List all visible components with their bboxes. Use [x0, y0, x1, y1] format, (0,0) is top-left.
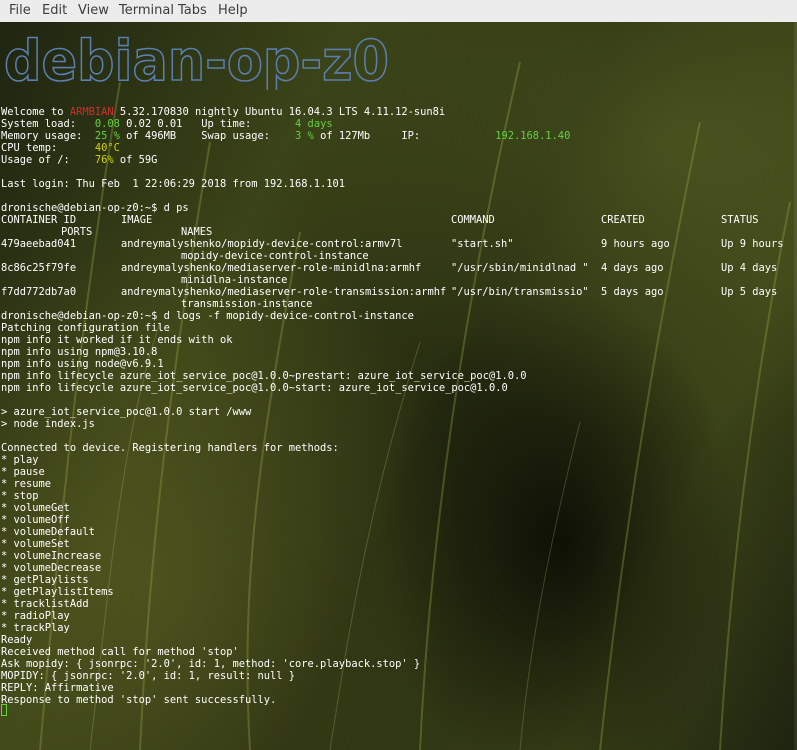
- ps-cell-name: minidlna-instance: [181, 274, 288, 286]
- log-line: * resume: [1, 478, 52, 490]
- log-line: * radioPlay: [1, 610, 70, 622]
- header-status: STATUS: [721, 214, 759, 226]
- log-line: Received method call for method 'stop': [1, 646, 239, 658]
- log-line: Patching configuration file: [1, 322, 170, 334]
- banner-logo: debian-op-z0: [4, 30, 390, 90]
- log-line: * volumeDefault: [1, 526, 95, 538]
- ps-cell-command: "/usr/sbin/minidlnad ": [451, 262, 589, 274]
- log-line: * volumeDecrease: [1, 562, 102, 574]
- log-line: Ask mopidy: { jsonrpc: '2.0', id: 1, met…: [1, 658, 421, 670]
- log-line: > azure_iot_service_poc@1.0.0 start /www: [1, 406, 252, 418]
- ps-cell-command: "/usr/bin/transmissio": [451, 286, 589, 298]
- ps-cell-created: 4 days ago: [601, 262, 664, 274]
- log-line: npm info using npm@3.10.8: [1, 346, 158, 358]
- ps-cell-status: Up 4 days: [721, 262, 778, 274]
- menu-help[interactable]: Help: [218, 3, 248, 19]
- ps-cell-id: 8c86c25f79fe: [1, 262, 77, 274]
- log-line: * getPlaylistItems: [1, 586, 114, 598]
- banner-text: debian-op-z0: [4, 30, 389, 90]
- log-line: Connected to device. Registering handler…: [1, 442, 339, 454]
- log-line: * tracklistAdd: [1, 598, 89, 610]
- header-ports: PORTS: [61, 226, 93, 238]
- motd-cpu: CPU temp: 40°C: [1, 142, 120, 154]
- log-line: Ready: [1, 634, 33, 646]
- motd-welcome: Welcome to ARMBIAN 5.32.170830 nightly U…: [1, 106, 446, 118]
- motd-memory: Memory usage: 25 % of 496MB Swap usage: …: [1, 130, 571, 142]
- prompt-line: dronische@debian-op-z0:~$ d ps: [1, 202, 189, 214]
- motd-usage: Usage of /: 76% of 59G: [1, 154, 158, 166]
- log-line: * volumeSet: [1, 538, 70, 550]
- ps-cell-image: andreymalyshenko/mopidy-device-control:a…: [121, 238, 403, 250]
- menu-edit[interactable]: Edit: [42, 3, 67, 19]
- ps-cell-image: andreymalyshenko/mediaserver-role-minidl…: [121, 262, 422, 274]
- log-line: * pause: [1, 466, 45, 478]
- log-line: * getPlaylists: [1, 574, 89, 586]
- menu-terminal[interactable]: Terminal: [119, 3, 174, 19]
- motd-load: System load: 0.08 0.02 0.01 Up time: 4 d…: [1, 118, 333, 130]
- log-line: Response to method 'stop' sent successfu…: [1, 694, 277, 706]
- menu-view[interactable]: View: [78, 3, 109, 19]
- log-line: MOPIDY: { jsonrpc: '2.0', id: 1, result:…: [1, 670, 296, 682]
- log-line: npm info lifecycle azure_iot_service_poc…: [1, 370, 527, 382]
- header-image: IMAGE: [121, 214, 153, 226]
- header-command: COMMAND: [451, 214, 495, 226]
- log-line: * volumeGet: [1, 502, 70, 514]
- ps-cell-command: "start.sh": [451, 238, 514, 250]
- ps-cell-id: 479aeebad041: [1, 238, 77, 250]
- ps-cell-name: transmission-instance: [181, 298, 313, 310]
- header-container-id: CONTAINER ID: [1, 214, 77, 226]
- ps-cell-created: 9 hours ago: [601, 238, 670, 250]
- log-line: npm info lifecycle azure_iot_service_poc…: [1, 382, 508, 394]
- ps-cell-id: f7dd772db7a0: [1, 286, 77, 298]
- menu-tabs[interactable]: Tabs: [178, 3, 207, 19]
- terminal-area[interactable]: debian-op-z0 Welcome to ARMBIAN 5.32.170…: [0, 22, 797, 750]
- menu-bar: File Edit View Terminal Tabs Help: [0, 0, 797, 23]
- log-line: > node index.js: [1, 418, 95, 430]
- ps-cell-image: andreymalyshenko/mediaserver-role-transm…: [121, 286, 447, 298]
- header-created: CREATED: [601, 214, 645, 226]
- terminal-cursor: [1, 704, 7, 716]
- log-line: npm info it worked if it ends with ok: [1, 334, 233, 346]
- menu-file[interactable]: File: [9, 3, 31, 19]
- ps-cell-status: Up 9 hours: [721, 238, 784, 250]
- log-line: REPLY: Affirmative: [1, 682, 114, 694]
- ps-cell-status: Up 5 days: [721, 286, 778, 298]
- log-line: dronische@debian-op-z0:~$ d logs -f mopi…: [1, 310, 414, 322]
- log-line: * volumeIncrease: [1, 550, 102, 562]
- header-names: NAMES: [181, 226, 213, 238]
- log-line: * stop: [1, 490, 39, 502]
- last-login-line: Last login: Thu Feb 1 22:06:29 2018 from…: [1, 178, 346, 190]
- log-line: * play: [1, 454, 39, 466]
- ps-cell-created: 5 days ago: [601, 286, 664, 298]
- log-line: npm info using node@v6.9.1: [1, 358, 164, 370]
- log-line: * trackPlay: [1, 622, 70, 634]
- ps-cell-name: mopidy-device-control-instance: [181, 250, 369, 262]
- log-line: * volumeOff: [1, 514, 70, 526]
